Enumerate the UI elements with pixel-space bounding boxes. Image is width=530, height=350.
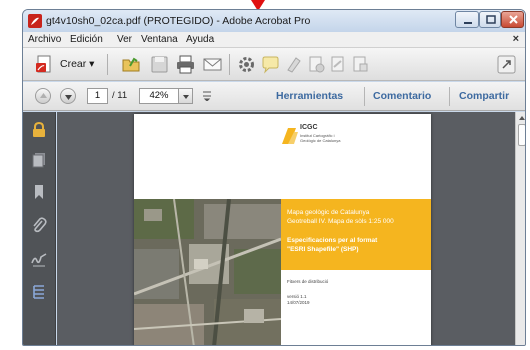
logo-subtitle: Institut Cartogràfic i Geològic de Catal…	[300, 133, 341, 143]
close-document-icon[interactable]: ×	[513, 33, 519, 45]
maximize-icon	[486, 15, 496, 24]
main-toolbar: Crear ▾	[23, 48, 525, 81]
tab-comentario[interactable]: Comentario	[373, 90, 431, 102]
zoom-dropdown-button[interactable]	[179, 88, 193, 104]
minimize-button[interactable]	[455, 11, 479, 28]
acrobat-window: gt4v10sh0_02ca.pdf (PROTEGIDO) - Adobe A…	[22, 9, 526, 346]
chevron-down-icon	[183, 95, 189, 99]
comment-bubble-icon[interactable]	[261, 55, 280, 74]
fit-page-icon[interactable]	[202, 91, 212, 101]
attachment-icon[interactable]	[31, 217, 47, 233]
doc-date: 14/07/2019	[287, 300, 310, 305]
page-total: / 11	[112, 90, 128, 101]
acrobat-app-icon	[28, 14, 42, 28]
doc-spec-line1: Especificacions per al format	[287, 237, 378, 244]
doc-distribution: Fitxers de distribució	[287, 279, 329, 284]
screenshot-stage: gt4v10sh0_02ca.pdf (PROTEGIDO) - Adobe A…	[0, 0, 530, 350]
vertical-scrollbar[interactable]	[515, 112, 526, 345]
pdf-page: ICGC Institut Cartogràfic i Geològic de …	[134, 114, 431, 345]
toolbar-divider	[229, 54, 230, 75]
maximize-button[interactable]	[479, 11, 501, 28]
bookmark-icon[interactable]	[31, 184, 47, 200]
menu-archivo[interactable]: Archivo	[28, 34, 61, 45]
print-icon[interactable]	[176, 55, 195, 74]
pane-divider	[364, 87, 365, 106]
pages-icon[interactable]	[31, 152, 47, 168]
close-button[interactable]	[501, 11, 524, 28]
scrollbar-thumb[interactable]	[518, 124, 525, 146]
menu-ver[interactable]: Ver	[117, 34, 132, 45]
scroll-up-icon[interactable]	[518, 114, 526, 122]
page-number-input[interactable]: 1	[87, 88, 108, 104]
highlight-icon[interactable]	[284, 55, 303, 74]
doc-title-line1: Mapa geològic de Catalunya	[287, 209, 370, 216]
menu-bar: Archivo Edición Ver Ventana Ayuda ×	[23, 32, 525, 48]
zoom-input[interactable]: 42%	[139, 88, 179, 104]
previous-page-button[interactable]	[35, 88, 51, 104]
title-band: Mapa geològic de Catalunya Geotreball IV…	[281, 199, 431, 270]
arrow-down-icon	[65, 95, 72, 100]
logo-name: ICGC	[300, 124, 318, 131]
doc-title-line2: Geotreball IV. Mapa de sòls 1:25 000	[287, 218, 394, 225]
gear-icon[interactable]	[237, 55, 256, 74]
menu-edicion[interactable]: Edición	[70, 34, 103, 45]
expand-icon[interactable]	[497, 55, 516, 74]
arrow-up-icon	[40, 93, 47, 98]
minimize-icon	[464, 22, 472, 24]
next-page-button[interactable]	[60, 88, 76, 104]
close-icon	[509, 15, 518, 24]
navigation-toolbar: 1 / 11 42% Herramientas Comentario Compa…	[23, 82, 525, 111]
tab-compartir[interactable]: Compartir	[459, 90, 509, 102]
layers-icon[interactable]	[31, 284, 47, 300]
toolbar-divider	[107, 54, 108, 75]
pane-divider	[449, 87, 450, 106]
crear-button[interactable]: Crear ▾	[60, 58, 94, 70]
sign-icon[interactable]	[329, 55, 348, 74]
menu-ventana[interactable]: Ventana	[141, 34, 178, 45]
create-pdf-icon[interactable]	[35, 55, 54, 74]
tab-herramientas[interactable]: Herramientas	[276, 90, 343, 102]
stamp-icon[interactable]	[307, 55, 326, 74]
doc-spec-line2: "ESRI Shapefile" (SHP)	[287, 246, 359, 253]
menu-ayuda[interactable]: Ayuda	[186, 34, 214, 45]
navigation-rail	[23, 112, 56, 345]
title-bar[interactable]: gt4v10sh0_02ca.pdf (PROTEGIDO) - Adobe A…	[23, 10, 525, 32]
save-icon[interactable]	[150, 55, 169, 74]
open-folder-icon[interactable]	[122, 55, 141, 74]
crear-label: Crear	[60, 58, 87, 70]
window-title: gt4v10sh0_02ca.pdf (PROTEGIDO) - Adobe A…	[46, 15, 311, 27]
signature-icon[interactable]	[31, 251, 47, 267]
share-doc-icon[interactable]	[351, 55, 370, 74]
aerial-photo	[134, 199, 281, 345]
lock-icon[interactable]	[31, 122, 47, 138]
email-icon[interactable]	[203, 55, 222, 74]
